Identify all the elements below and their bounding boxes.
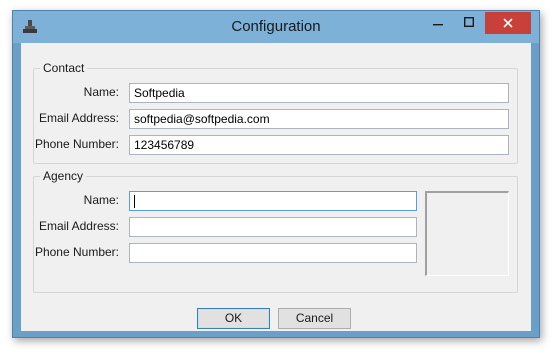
agency-phone-field[interactable] [129,243,417,263]
configuration-window: Configuration Contact Name: Softpedia Em… [12,10,540,338]
agency-group-legend: Agency [40,169,87,183]
agency-name-field[interactable] [129,191,417,211]
agency-email-field[interactable] [129,217,417,237]
contact-email-label: Email Address: [38,111,119,125]
title-bar[interactable]: Configuration [13,11,539,43]
contact-phone-field[interactable]: 123456789 [129,135,509,155]
agency-logo-picture[interactable] [425,191,509,276]
minimize-button[interactable] [423,12,453,34]
close-button[interactable] [485,12,531,34]
agency-email-label: Email Address: [38,219,119,233]
maximize-icon [463,16,475,30]
cancel-button[interactable]: Cancel [278,308,351,329]
close-icon [503,15,513,31]
dialog-body: Contact Name: Softpedia Email Address: s… [21,43,531,331]
contact-email-field[interactable]: softpedia@softpedia.com [129,109,509,129]
contact-name-label: Name: [83,85,119,99]
minimize-icon [433,16,443,30]
text-caret [134,195,135,209]
agency-name-label: Name: [83,193,119,207]
contact-phone-label: Phone Number: [34,137,119,151]
contact-name-field[interactable]: Softpedia [129,83,509,103]
maximize-button[interactable] [454,12,484,34]
ok-button[interactable]: OK [197,308,270,329]
agency-phone-label: Phone Number: [34,245,119,259]
contact-group-legend: Contact [40,61,88,75]
